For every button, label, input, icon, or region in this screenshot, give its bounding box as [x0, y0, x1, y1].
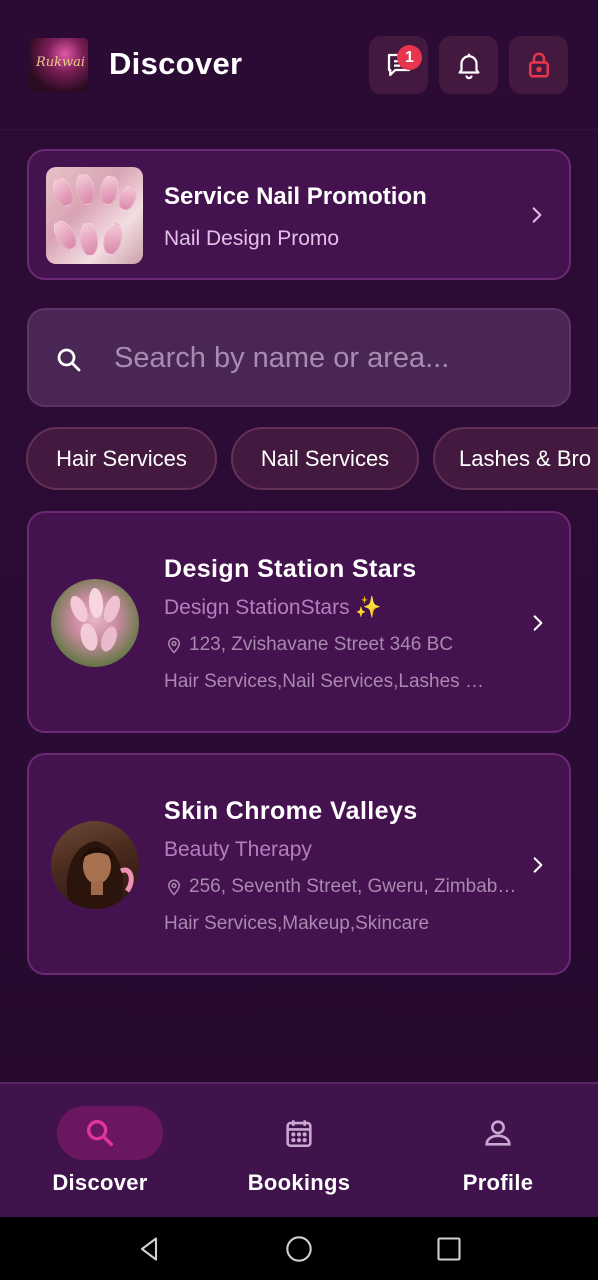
salon-card[interactable]: Skin Chrome Valleys Beauty Therapy 256, …	[27, 753, 571, 975]
chevron-right-icon	[533, 615, 543, 631]
promotion-image	[46, 167, 143, 264]
lock-icon	[528, 52, 549, 78]
salon-name: Design Station Stars	[164, 555, 417, 583]
promotion-subtitle: Nail Design Promo	[164, 227, 340, 250]
chip-hair-services[interactable]: Hair Services	[26, 427, 217, 490]
recents-icon[interactable]	[435, 1235, 463, 1263]
app-header: Rukwai Discover 1	[0, 0, 598, 130]
salon-tagline: Beauty Therapy	[164, 838, 312, 861]
salon-services: Hair Services,Nail Services,Lashes & Bro…	[164, 671, 494, 692]
location-pin-icon	[167, 637, 181, 654]
salon-card[interactable]: Design Station Stars Design StationStars…	[27, 511, 571, 733]
bell-icon	[458, 53, 479, 80]
calendar-icon	[286, 1120, 312, 1148]
nav-label: Discover	[52, 1170, 148, 1195]
category-chips: Hair Services Nail Services Lashes & Bro	[26, 427, 598, 491]
salon-address: 256, Seventh Street, Gweru, Zimbabwe	[189, 876, 519, 897]
location-pin-icon	[167, 879, 181, 896]
promotion-title: Service Nail Promotion	[164, 183, 427, 210]
person-icon	[485, 1120, 511, 1146]
salon-address: 123, Zvishavane Street 346 BC	[189, 634, 454, 655]
notifications-button[interactable]	[439, 36, 498, 94]
logo-text: Rukwai	[36, 55, 86, 70]
salon-name: Skin Chrome Valleys	[164, 797, 418, 825]
search-icon	[57, 348, 81, 372]
system-navigation-bar	[0, 1217, 598, 1280]
search-input[interactable]	[114, 338, 534, 378]
chevron-right-icon	[532, 207, 542, 223]
promotion-card[interactable]: Service Nail Promotion Nail Design Promo	[27, 149, 571, 280]
home-icon[interactable]	[285, 1235, 313, 1263]
salon-tagline: Design StationStars ✨	[164, 596, 382, 619]
nav-label: Bookings	[247, 1170, 351, 1195]
messages-button[interactable]: 1	[369, 36, 428, 94]
bottom-navigation: Discover Bookings Profile	[0, 1082, 598, 1217]
nav-bookings[interactable]: Bookings	[209, 1084, 389, 1219]
chip-nail-services[interactable]: Nail Services	[231, 427, 419, 490]
nav-label: Profile	[462, 1170, 534, 1195]
nav-profile[interactable]: Profile	[408, 1084, 588, 1219]
nav-discover[interactable]: Discover	[10, 1084, 190, 1219]
chip-lashes-brows[interactable]: Lashes & Bro	[433, 427, 598, 490]
message-count-badge: 1	[397, 45, 422, 70]
search-icon	[86, 1119, 114, 1147]
salon-services: Hair Services,Makeup,Skincare	[164, 913, 430, 934]
chevron-right-icon	[533, 857, 543, 873]
page-title: Discover	[109, 46, 243, 81]
salon-avatar	[51, 821, 139, 909]
app-logo: Rukwai	[30, 38, 88, 92]
salon-avatar	[51, 579, 139, 667]
lock-button[interactable]	[509, 36, 568, 94]
search-bar[interactable]	[27, 308, 571, 407]
back-icon[interactable]	[135, 1235, 163, 1263]
